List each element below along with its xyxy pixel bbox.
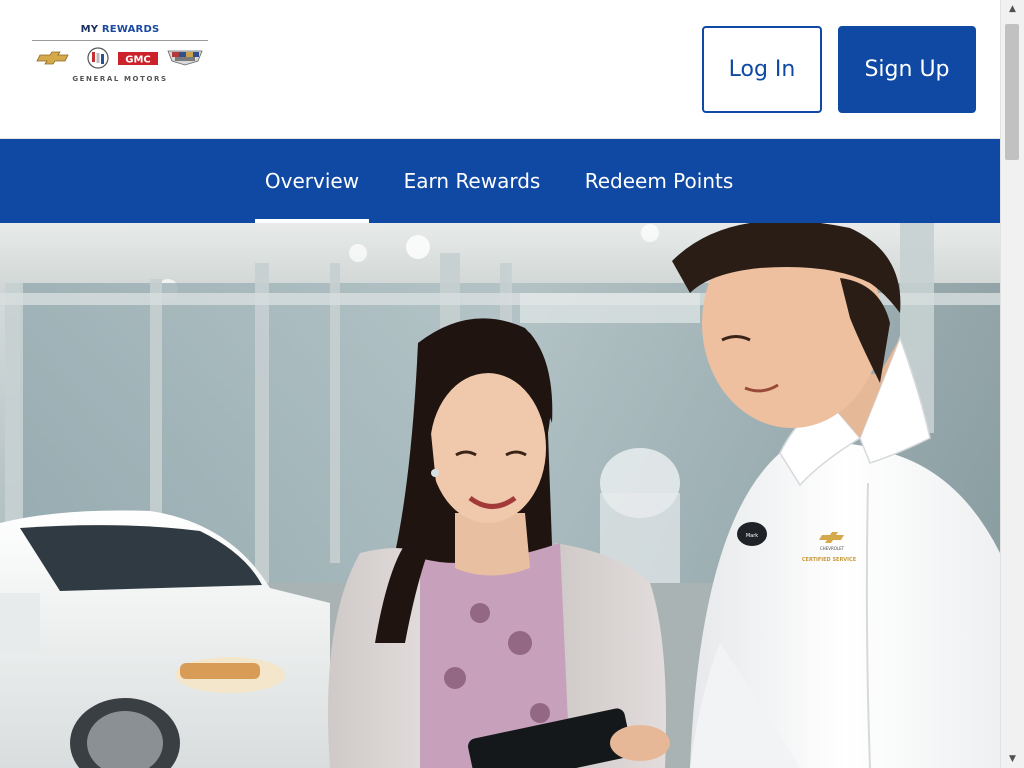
tab-earn-rewards[interactable]: Earn Rewards xyxy=(393,139,551,223)
logo-title-rewards: REWARDS xyxy=(101,24,160,35)
brand-marks: GMC xyxy=(36,47,203,69)
scroll-down-arrow-icon[interactable]: ▼ xyxy=(1001,750,1024,768)
gmc-logo-icon: GMC xyxy=(118,52,158,66)
buick-trishield-icon xyxy=(87,47,109,69)
my-rewards-logo[interactable]: MY REWARDS GMC GENERAL MOTORS xyxy=(32,22,208,88)
page-scrollbar[interactable]: ▲ ▼ xyxy=(1000,0,1024,768)
shirt-certified-text: CERTIFIED SERVICE xyxy=(802,557,857,563)
page: MY REWARDS GMC GENERAL MOTORS Log In Sig… xyxy=(0,0,1024,768)
hero-illustration: Mark CHEVROLET CERTIFIED SERVICE xyxy=(0,223,1000,768)
logo-title-my: MY xyxy=(80,24,99,35)
site-header: MY REWARDS GMC GENERAL MOTORS Log In Sig… xyxy=(0,0,1000,139)
main-nav: Overview Earn Rewards Redeem Points xyxy=(0,139,1000,223)
scroll-up-arrow-icon[interactable]: ▲ xyxy=(1001,0,1024,18)
name-badge-text: Mark xyxy=(746,533,758,539)
tab-overview[interactable]: Overview xyxy=(255,139,369,223)
cadillac-crest-icon xyxy=(167,50,203,66)
gmc-text: GMC xyxy=(125,55,151,66)
chevrolet-bowtie-icon xyxy=(36,51,69,65)
hero-image: Mark CHEVROLET CERTIFIED SERVICE xyxy=(0,223,1000,768)
scroll-thumb[interactable] xyxy=(1005,24,1019,160)
logo-title: MY REWARDS xyxy=(32,24,208,36)
login-button[interactable]: Log In xyxy=(702,26,822,113)
signup-button[interactable]: Sign Up xyxy=(838,26,976,113)
logo-subtitle: GENERAL MOTORS xyxy=(72,75,168,83)
shirt-brand-text: CHEVROLET xyxy=(820,546,845,551)
logo-divider xyxy=(32,40,208,41)
tab-redeem-points[interactable]: Redeem Points xyxy=(574,139,744,223)
